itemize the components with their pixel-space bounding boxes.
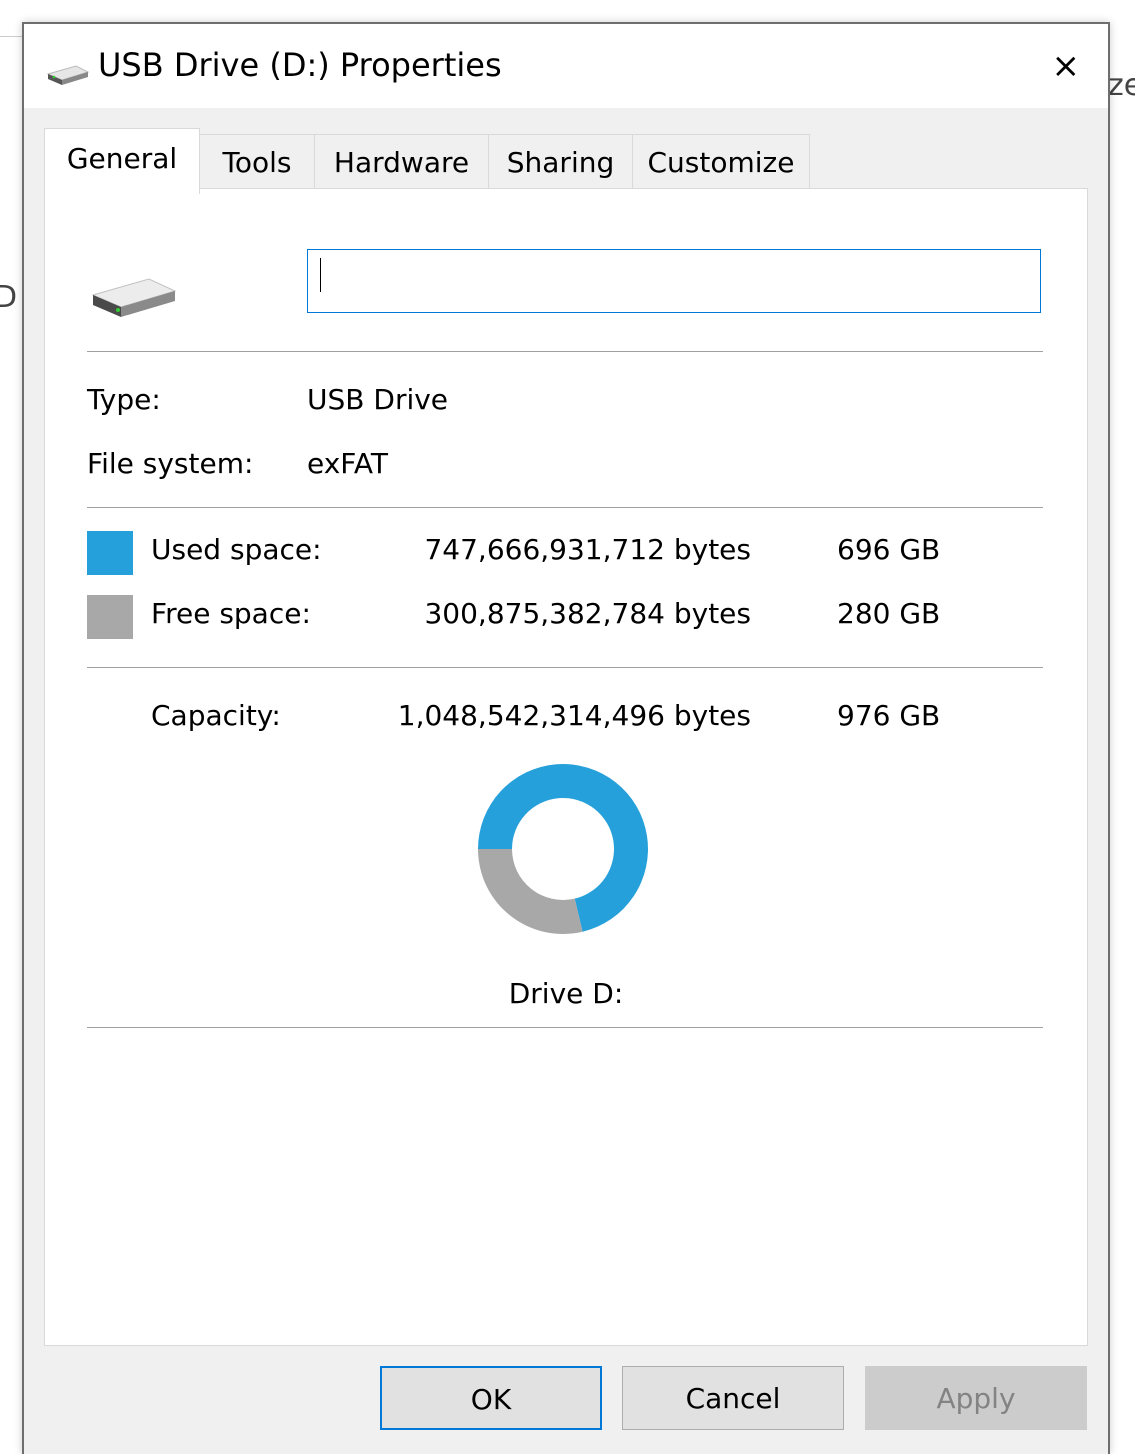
free-space-gb: 280 GB	[837, 597, 941, 630]
divider	[87, 351, 1043, 352]
background-line	[0, 36, 22, 37]
file-system-value: exFAT	[307, 447, 388, 480]
file-system-label: File system:	[87, 447, 254, 480]
usage-donut-chart	[478, 764, 648, 934]
used-space-swatch	[87, 531, 133, 575]
used-space-bytes: 747,666,931,712 bytes	[424, 533, 751, 566]
tab-hardware[interactable]: Hardware	[314, 134, 489, 192]
type-value: USB Drive	[307, 383, 449, 416]
type-label: Type:	[87, 383, 161, 416]
title-bar[interactable]: USB Drive (D:) Properties ×	[24, 24, 1108, 108]
drive-name-input[interactable]	[307, 249, 1041, 313]
used-space-gb: 696 GB	[837, 533, 941, 566]
tab-tools[interactable]: Tools	[199, 134, 315, 192]
capacity-label: Capacity:	[151, 699, 281, 732]
free-space-bytes: 300,875,382,784 bytes	[424, 597, 751, 630]
divider	[87, 667, 1043, 668]
background-text: ze	[1108, 68, 1135, 103]
general-panel: Type: USB Drive File system: exFAT Used …	[44, 188, 1088, 1346]
drive-icon	[91, 278, 177, 317]
window-title: USB Drive (D:) Properties	[98, 46, 502, 84]
capacity-gb: 976 GB	[837, 699, 941, 732]
tab-sharing[interactable]: Sharing	[488, 134, 633, 192]
close-button[interactable]: ×	[1052, 46, 1081, 86]
used-space-label: Used space:	[151, 533, 322, 566]
divider	[87, 507, 1043, 508]
properties-dialog: USB Drive (D:) Properties × General Tool…	[22, 22, 1110, 1454]
cancel-button[interactable]: Cancel	[622, 1366, 844, 1430]
divider	[87, 1027, 1043, 1028]
free-space-slice	[478, 849, 583, 934]
apply-button[interactable]: Apply	[865, 1366, 1087, 1430]
tab-general[interactable]: General	[44, 128, 200, 194]
free-space-label: Free space:	[151, 597, 311, 630]
ok-button[interactable]: OK	[380, 1366, 602, 1430]
background-text: D	[0, 280, 18, 315]
free-space-swatch	[87, 595, 133, 639]
tab-customize[interactable]: Customize	[632, 134, 810, 192]
drive-icon	[46, 65, 90, 85]
drive-label: Drive D:	[508, 977, 624, 1010]
text-caret	[320, 258, 321, 292]
capacity-bytes: 1,048,542,314,496 bytes	[397, 699, 751, 732]
